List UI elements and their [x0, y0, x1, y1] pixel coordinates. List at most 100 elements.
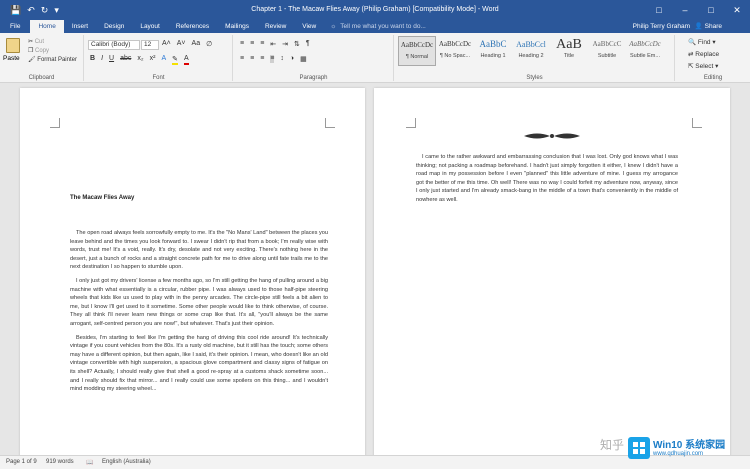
justify-icon[interactable]: ≡ — [270, 55, 275, 63]
italic-icon[interactable]: I — [101, 55, 103, 65]
shading-icon[interactable]: ◑ — [290, 55, 294, 63]
align-right-icon[interactable]: ≡ — [260, 55, 264, 63]
save-icon[interactable]: 💾 — [10, 5, 21, 16]
paragraph-label: Paragraph — [299, 75, 328, 81]
word-count[interactable]: 919 words — [46, 459, 74, 465]
style-normal[interactable]: AaBbCcDc ¶ Normal — [398, 36, 436, 66]
ribbon-home: Paste ✂ Cut ❐ Copy 🖌 Format Painter Clip… — [0, 33, 750, 83]
font-group: Calibri (Body) 12 A˄ A˅ Aa ∅ B I U abc x… — [85, 35, 233, 81]
highlight-icon[interactable]: ✎ — [172, 55, 178, 65]
font-size-select[interactable]: 12 — [141, 40, 159, 50]
bullets-icon[interactable]: ≡ — [240, 40, 244, 48]
paste-button[interactable]: Paste — [3, 55, 20, 62]
redo-icon[interactable]: ↻ — [41, 5, 49, 16]
window-controls: □ – □ ✕ — [646, 0, 750, 20]
clear-formatting-icon[interactable]: ∅ — [206, 40, 212, 48]
minimize-button[interactable]: – — [672, 0, 698, 20]
windows-logo-icon — [628, 437, 650, 459]
close-button[interactable]: ✕ — [724, 0, 750, 20]
clipboard-label: Clipboard — [28, 75, 55, 81]
strikethrough-icon[interactable]: abc — [120, 55, 131, 65]
numbering-icon[interactable]: ≡ — [250, 40, 254, 48]
page-2[interactable]: I came to the rather awkward and embarra… — [374, 88, 730, 455]
tab-view[interactable]: View — [294, 20, 324, 33]
lightbulb-icon: ☼ — [330, 23, 337, 30]
paragraph: I came to the rather awkward and embarra… — [416, 154, 678, 203]
customize-qat-icon[interactable]: ▾ — [54, 5, 59, 16]
line-spacing-icon[interactable]: ↕ — [280, 55, 284, 63]
crop-mark — [50, 118, 60, 128]
crop-mark — [325, 118, 335, 128]
tab-layout[interactable]: Layout — [132, 20, 168, 33]
undo-icon[interactable]: ↶ — [27, 5, 35, 16]
font-name-select[interactable]: Calibri (Body) — [88, 40, 140, 50]
borders-icon[interactable]: ▦ — [300, 55, 307, 63]
shrink-font-icon[interactable]: A˅ — [177, 40, 186, 48]
page-1[interactable]: The Macaw Flies Away The open road alway… — [20, 88, 365, 455]
cut-button[interactable]: ✂ Cut — [28, 38, 77, 47]
tab-home[interactable]: Home — [30, 20, 64, 33]
quick-access-toolbar: 💾 ↶ ↻ ▾ — [0, 5, 200, 16]
zhihu-watermark: 知乎 — [600, 438, 625, 452]
style-no-spacing[interactable]: AaBbCcDc ¶ No Spac... — [436, 36, 474, 66]
paste-icon[interactable] — [6, 38, 20, 53]
ribbon-display-icon[interactable]: □ — [646, 0, 672, 20]
style-heading-2[interactable]: AaBbCcl Heading 2 — [512, 36, 550, 66]
tab-mailings[interactable]: Mailings — [217, 20, 257, 33]
clipboard-group: Paste ✂ Cut ❐ Copy 🖌 Format Painter Clip… — [0, 35, 84, 81]
tell-me-box[interactable]: ☼ Tell me what you want to do... — [330, 20, 426, 33]
site-watermark: Win10 系统家园 www.qdhuajin.com — [628, 432, 746, 464]
paragraph: The open road always feels sorrowfully e… — [70, 230, 328, 271]
tab-insert[interactable]: Insert — [64, 20, 96, 33]
subscript-icon[interactable]: x₂ — [137, 55, 143, 65]
find-button[interactable]: 🔍 Find ▾ — [688, 37, 719, 49]
tab-review[interactable]: Review — [257, 20, 294, 33]
align-left-icon[interactable]: ≡ — [240, 55, 244, 63]
decrease-indent-icon[interactable]: ⇤ — [270, 40, 276, 48]
title-bar: 💾 ↶ ↻ ▾ Chapter 1 - The Macaw Flies Away… — [0, 0, 750, 20]
superscript-icon[interactable]: x² — [150, 55, 156, 65]
tab-file[interactable]: File — [0, 20, 30, 33]
show-formatting-icon[interactable]: ¶ — [306, 40, 310, 48]
tell-me-text: Tell me what you want to do... — [340, 23, 426, 30]
style-title[interactable]: AaB Title — [550, 36, 588, 66]
styles-gallery: AaBbCcDc ¶ Normal AaBbCcDc ¶ No Spac... … — [398, 36, 668, 70]
replace-button[interactable]: ⇄ Replace — [688, 49, 719, 61]
style-heading-1[interactable]: AaBbC Heading 1 — [474, 36, 512, 66]
multilevel-list-icon[interactable]: ≡ — [260, 40, 264, 48]
ornament-icon — [524, 133, 580, 139]
style-subtitle[interactable]: AaBbCcC Subtitle — [588, 36, 626, 66]
document-title: The Macaw Flies Away — [70, 195, 135, 201]
change-case-icon[interactable]: Aa — [192, 40, 201, 48]
select-button[interactable]: ⇱ Select ▾ — [688, 61, 719, 73]
underline-icon[interactable]: U — [109, 55, 114, 65]
paragraph-group: ≡ ≡ ≡ ⇤ ⇥ ⇅ ¶ ≡ ≡ ≡ ≡ ↕ ◑ ▦ Paragraph — [234, 35, 394, 81]
increase-indent-icon[interactable]: ⇥ — [282, 40, 288, 48]
text-effects-icon[interactable]: A — [161, 55, 166, 65]
editing-label: Editing — [703, 75, 723, 81]
crop-mark — [406, 118, 416, 128]
grow-font-icon[interactable]: A˄ — [162, 40, 171, 48]
page-count[interactable]: Page 1 of 9 — [6, 459, 37, 465]
ribbon-tabs: File Home Insert Design Layout Reference… — [0, 20, 750, 33]
document-area[interactable]: The Macaw Flies Away The open road alway… — [0, 83, 750, 455]
format-painter-button[interactable]: 🖌 Format Painter — [28, 56, 77, 65]
page-1-body: The open road always feels sorrowfully e… — [70, 229, 328, 399]
share-button[interactable]: 👤 Share — [695, 20, 722, 33]
proofing-icon[interactable]: 📖 — [86, 459, 93, 466]
maximize-button[interactable]: □ — [698, 0, 724, 20]
font-color-icon[interactable]: A — [183, 55, 189, 65]
sort-icon[interactable]: ⇅ — [294, 40, 300, 48]
language-indicator[interactable]: English (Australia) — [102, 459, 151, 465]
watermark-url: www.qdhuajin.com — [653, 450, 704, 457]
user-name[interactable]: Philip Terry Graham — [633, 20, 690, 33]
copy-button[interactable]: ❐ Copy — [28, 47, 77, 56]
paragraph: Besides, I'm starting to feel like I'm g… — [70, 334, 328, 393]
style-subtle-emphasis[interactable]: AaBbCcDc Subtle Em... — [626, 36, 664, 66]
page-2-body: I came to the rather awkward and embarra… — [416, 153, 678, 210]
tab-design[interactable]: Design — [96, 20, 132, 33]
styles-label: Styles — [526, 75, 543, 81]
bold-icon[interactable]: B — [90, 55, 95, 65]
align-center-icon[interactable]: ≡ — [250, 55, 254, 63]
tab-references[interactable]: References — [168, 20, 217, 33]
